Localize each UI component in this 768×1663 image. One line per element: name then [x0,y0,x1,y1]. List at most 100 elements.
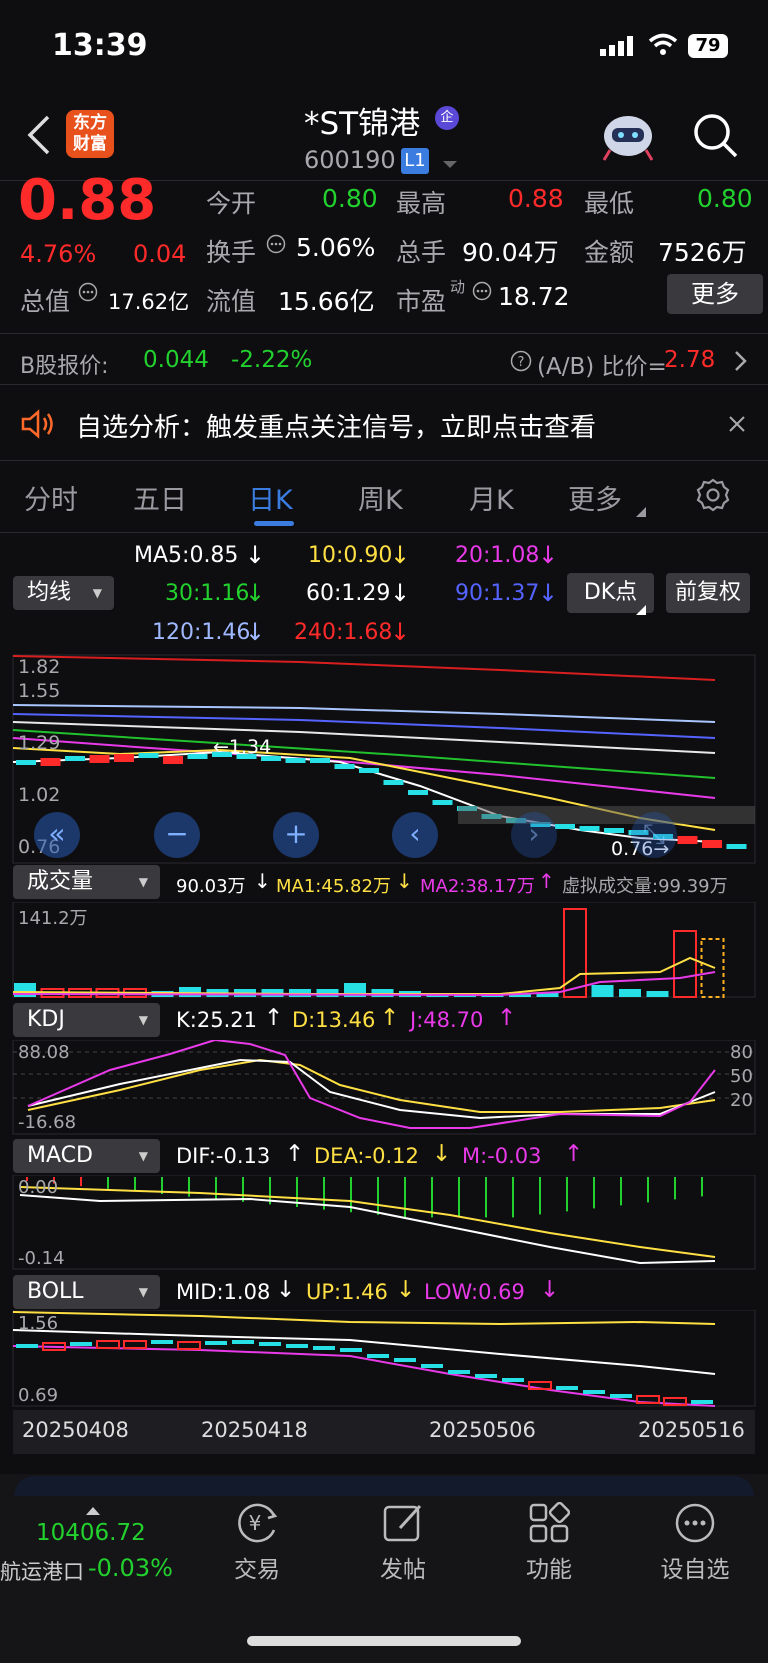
boll-candle [16,1344,38,1348]
boll-candle [583,1390,605,1394]
scroll-right-button[interactable]: › [511,812,557,858]
help-icon[interactable]: ? [510,350,532,376]
tab-more[interactable]: 更多 [568,478,622,517]
boll-candle [70,1342,92,1346]
ma5-arrow-icon: ↓ [245,541,266,569]
boll-candle [421,1364,443,1368]
kline-candle [138,753,159,758]
zoom-in-button[interactable]: + [273,812,319,858]
macd-dif: DIF:-0.13 [176,1144,271,1168]
macd-dropdown[interactable]: MACD ▼ [13,1139,160,1173]
tab-daily-k[interactable]: 日K [248,478,293,517]
nav-add-watchlist[interactable]: 设自选 [645,1502,745,1584]
macd-chart[interactable] [0,1175,768,1270]
more-circle-icon [675,1503,715,1543]
pe-info-icon[interactable] [472,281,492,305]
tab-monthly-k[interactable]: 月K [469,478,514,517]
close-icon[interactable] [728,415,746,437]
b-share-price: 0.044 [143,347,209,373]
kline-y-top: 1.82 [18,656,61,678]
kdj-ref-50: 50 [730,1066,753,1087]
nav-post[interactable]: 发帖 [353,1502,453,1584]
tab-intraday[interactable]: 分时 [24,478,78,517]
boll-y-top: 1.56 [18,1313,59,1334]
alert-text[interactable]: 自选分析：触发重点关注信号，立即点击查看 [76,407,596,444]
date-label-3: 20250506 [429,1418,536,1442]
turnover-info-icon[interactable] [266,234,286,258]
boll-candle [313,1346,335,1350]
search-icon[interactable] [692,112,738,162]
volume-value: 90.03万 [176,876,246,897]
wifi-icon [648,33,678,61]
robot-assistant-icon[interactable] [600,110,656,166]
ma20-value: 20:1.08 [455,543,540,568]
chevron-right-icon[interactable] [734,350,748,376]
back-icon[interactable] [26,115,52,159]
settings-gear-icon[interactable] [696,478,730,516]
zoom-out-button[interactable]: − [154,812,200,858]
boll-low-arrow-icon: ↓ [540,1277,560,1303]
kdj-k: K:25.21 [176,1008,257,1032]
boll-candle [502,1378,524,1382]
scroll-left-button[interactable]: ‹ [392,812,438,858]
volume-dropdown[interactable]: 成交量 ▼ [13,865,160,899]
boll-up-line [12,1311,716,1326]
current-price: 0.88 [18,168,157,233]
kline-high-mark: ←1.34 [213,736,272,758]
kline-candle [163,756,183,764]
kdj-y-bottom: -16.68 [18,1112,77,1133]
volume-chart[interactable] [0,902,768,998]
ab-ratio-label: (A/B) 比价= [537,354,667,380]
boll-dropdown[interactable]: BOLL ▼ [13,1275,160,1309]
kline-y-3: 1.29 [18,732,61,754]
vol-ma2-arrow-icon: ↑ [538,869,555,893]
macd-dea: DEA:-0.12 [314,1144,419,1168]
kdj-dropdown[interactable]: KDJ ▼ [13,1003,160,1037]
nav-trade[interactable]: ¥ 交易 [207,1502,307,1584]
ma60-value: 60:1.29 [306,581,391,606]
expand-button[interactable]: ⤡ [631,812,677,858]
nav-trade-label: 交易 [234,1557,280,1583]
kdj-k-arrow-icon: ↑ [264,1005,284,1031]
ma-dropdown[interactable]: 均线 ▼ [13,576,114,610]
mktcap-info-icon[interactable] [78,282,98,306]
boll-candle [232,1340,254,1344]
volume-bar [619,989,641,997]
index-value[interactable]: 10406.72 [36,1520,146,1546]
kdj-d-arrow-icon: ↑ [380,1005,400,1031]
ma90-arrow-icon: ↓ [538,579,559,607]
stock-title: *ST锦港 [304,106,421,142]
nav-functions[interactable]: 功能 [499,1502,599,1584]
index-pct[interactable]: -0.03% [88,1554,173,1582]
index-name[interactable]: 航运港口 [0,1556,84,1586]
boll-candle [205,1341,227,1345]
volume-label: 总手 [396,238,447,267]
macd-dea-arrow-icon: ↓ [432,1141,452,1167]
ma60-arrow-icon: ↓ [390,579,411,607]
macd-bar [647,1177,649,1203]
forward-adjust-button[interactable]: 前复权 [666,573,750,613]
svg-text:?: ? [518,355,525,370]
boll-chart[interactable] [0,1310,768,1407]
volume-arrow-icon: ↓ [254,869,271,893]
ma10-value: 10:0.90 [308,543,393,568]
level-badge[interactable]: L1 [401,148,429,174]
kdj-chart[interactable] [0,1040,768,1135]
macd-bar [566,1177,568,1212]
ma10-arrow-icon: ↓ [390,541,411,569]
caret-up-icon[interactable] [86,1500,100,1519]
tab-five-day[interactable]: 五日 [133,478,187,517]
level-dropdown-icon[interactable] [442,155,458,174]
scroll-left-fast-button[interactable]: « [34,812,80,858]
tab-weekly-k[interactable]: 周K [358,478,403,517]
volume-bar [316,989,339,997]
volume-bar [179,987,201,997]
more-button[interactable]: 更多 [667,274,763,314]
pe-label: 市盈 [396,287,447,316]
speaker-icon [20,408,56,444]
kdj-j: J:48.70 [410,1008,484,1032]
boll-mid: MID:1.08 [176,1280,271,1304]
ma120-arrow-icon: ↓ [245,618,266,646]
macd-dropdown-label: MACD [27,1143,93,1168]
amount-value: 7526万 [658,238,747,267]
